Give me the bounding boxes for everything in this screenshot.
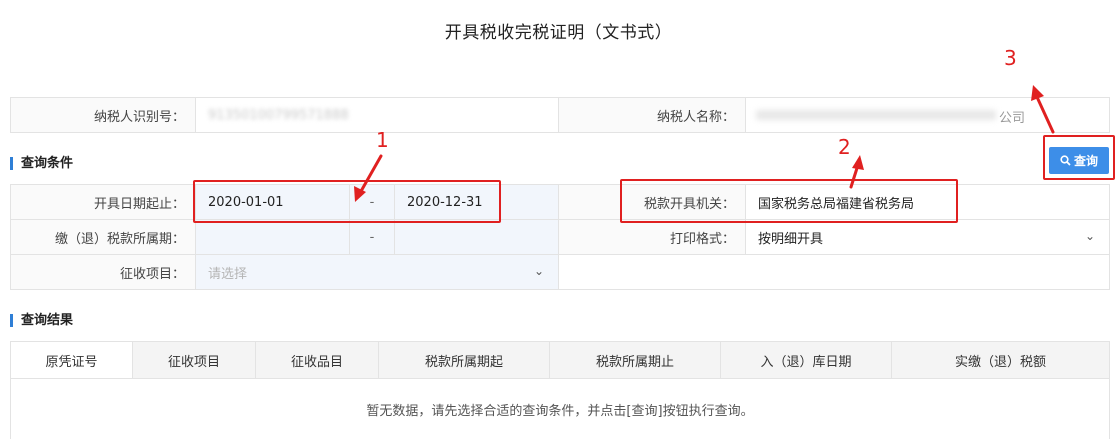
annotation-arrow-1 (358, 154, 383, 195)
annotation-arrowhead-2 (852, 155, 864, 170)
annotation-arrow-3 (1035, 95, 1055, 134)
annotation-arrows (354, 85, 1055, 202)
